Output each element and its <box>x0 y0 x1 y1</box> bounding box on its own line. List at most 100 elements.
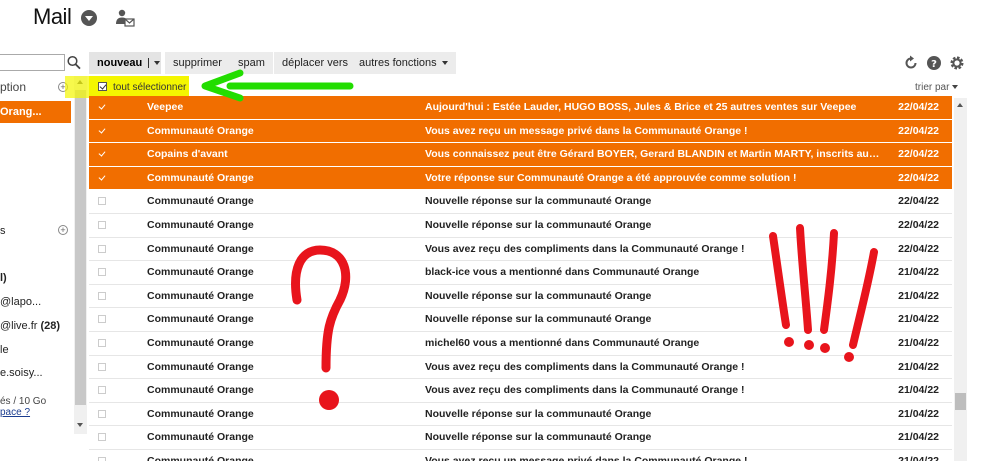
message-checkbox[interactable] <box>98 315 106 324</box>
message-checkbox[interactable] <box>98 268 106 277</box>
message-sender: Communauté Orange <box>147 289 254 302</box>
message-checkbox[interactable] <box>98 291 106 300</box>
message-checkbox[interactable] <box>98 433 106 442</box>
message-row[interactable]: Communauté Orange Nouvelle réponse sur la… <box>89 284 952 309</box>
message-sender: Communauté Orange <box>147 171 254 184</box>
search-icon[interactable] <box>66 54 82 71</box>
chevron-down-icon[interactable] <box>81 10 97 26</box>
message-date: 22/04/22 <box>898 242 939 255</box>
message-subject: Vous avez reçu des compliments dans la C… <box>425 384 745 397</box>
message-row[interactable]: Communauté Orange Vous avez reçu des comp… <box>89 355 952 380</box>
message-row[interactable]: Communauté Orange Vous avez reçu un messa… <box>89 119 952 144</box>
message-subject: Vous connaissez peut être Gérard BOYER, … <box>425 148 880 161</box>
refresh-icon[interactable] <box>903 55 919 71</box>
message-checkbox[interactable] <box>98 103 106 111</box>
message-row[interactable]: Communauté Orange Nouvelle réponse sur la… <box>89 402 952 427</box>
select-all-checkbox[interactable] <box>98 82 107 91</box>
message-sender: Communauté Orange <box>147 454 254 461</box>
storage-link[interactable]: pace ? <box>0 407 30 418</box>
unread-count: (28) <box>40 320 61 332</box>
help-icon[interactable]: ? <box>926 55 942 71</box>
select-all-label[interactable]: tout sélectionner <box>113 82 186 93</box>
toolbar: nouveau supprimer spam déplacer vers aut… <box>89 52 999 74</box>
chevron-down-icon <box>441 61 448 66</box>
message-checkbox[interactable] <box>98 456 106 461</box>
message-checkbox[interactable] <box>98 127 106 135</box>
message-date: 21/04/22 <box>898 407 939 420</box>
new-button-label: nouveau <box>97 57 143 69</box>
sort-by-dropdown[interactable]: trier par <box>915 82 959 93</box>
search-input[interactable] <box>0 54 65 71</box>
message-checkbox[interactable] <box>98 244 106 253</box>
account-item-soisy[interactable]: e.soisy... <box>0 367 43 379</box>
message-row[interactable]: Communauté Orange Vous avez reçu un messa… <box>89 449 952 461</box>
message-row[interactable]: Copains d'avant Vous connaissez peut être… <box>89 143 952 167</box>
message-checkbox[interactable] <box>98 409 106 418</box>
storage-usage: és / 10 Go <box>0 396 47 407</box>
message-date: 21/04/22 <box>898 431 939 444</box>
account-item-lapo[interactable]: @lapo... <box>0 296 41 308</box>
message-row[interactable]: Communauté Orange michel60 vous a mention… <box>89 331 952 356</box>
message-row[interactable]: Communauté Orange Votre réponse sur Commu… <box>89 166 952 191</box>
settings-gear-icon[interactable] <box>949 55 965 71</box>
message-sender: Communauté Orange <box>147 407 254 420</box>
message-row[interactable]: Communauté Orange Nouvelle réponse sur la… <box>89 213 952 238</box>
message-row[interactable]: Communauté Orange Vous avez reçu des comp… <box>89 237 952 262</box>
message-subject: Nouvelle réponse sur la communauté Orang… <box>425 218 652 231</box>
green-arrow-head <box>201 69 244 102</box>
message-sender: Copains d'avant <box>147 148 228 161</box>
message-sender: Communauté Orange <box>147 218 254 231</box>
more-actions-button[interactable]: autres fonctions <box>351 52 456 74</box>
message-subject: Aujourd'hui : Estée Lauder, HUGO BOSS, J… <box>425 101 857 113</box>
message-sender: Communauté Orange <box>147 384 254 397</box>
message-sender: Communauté Orange <box>147 313 254 326</box>
contacts-icon[interactable] <box>115 8 135 28</box>
message-subject: Votre réponse sur Communauté Orange a ét… <box>425 171 797 184</box>
message-sender: Communauté Orange <box>147 266 254 279</box>
message-checkbox[interactable] <box>98 197 106 206</box>
account-item-live[interactable]: @live.fr (28) <box>0 320 60 332</box>
message-checkbox[interactable] <box>98 150 106 158</box>
spam-button[interactable]: spam <box>230 52 273 74</box>
folder-scrollbar-thumb[interactable] <box>75 90 86 405</box>
message-checkbox[interactable] <box>98 220 106 229</box>
account-item[interactable]: l) <box>0 272 7 284</box>
message-checkbox[interactable] <box>98 362 106 371</box>
message-sender: Veepee <box>147 101 184 113</box>
message-subject: michel60 vous a mentionné dans Communaut… <box>425 336 700 349</box>
message-sender: Communauté Orange <box>147 431 254 444</box>
chevron-down-icon[interactable] <box>154 61 161 66</box>
folder-item-active[interactable]: Orang... <box>0 101 71 123</box>
new-button[interactable]: nouveau <box>89 52 161 74</box>
message-row[interactable]: Communauté Orange black-ice vous a mentio… <box>89 261 952 285</box>
message-sender: Communauté Orange <box>147 336 254 349</box>
scroll-down-icon[interactable] <box>77 423 83 427</box>
message-sender: Communauté Orange <box>147 360 254 373</box>
message-row[interactable]: Communauté Orange Nouvelle réponse sur la… <box>89 426 952 450</box>
message-row[interactable]: Veepee Aujourd'hui : Estée Lauder, HUGO B… <box>89 96 952 120</box>
highlight-marker <box>65 76 89 98</box>
account-item[interactable]: le <box>0 344 9 356</box>
message-subject: Nouvelle réponse sur la communauté Orang… <box>425 407 652 420</box>
move-to-button[interactable]: déplacer vers <box>274 52 357 74</box>
delete-button[interactable]: supprimer <box>165 52 230 74</box>
message-date: 21/04/22 <box>898 336 939 349</box>
message-list-scrollbar-thumb[interactable] <box>955 393 966 410</box>
message-date: 22/04/22 <box>898 101 939 113</box>
message-date: 22/04/22 <box>898 218 939 231</box>
message-checkbox[interactable] <box>98 386 106 395</box>
message-list: Veepee Aujourd'hui : Estée Lauder, HUGO B… <box>89 96 952 461</box>
message-checkbox[interactable] <box>98 338 106 347</box>
scroll-up-icon[interactable] <box>957 103 963 107</box>
folders-header-label: ption <box>0 80 27 94</box>
message-subject: Nouvelle réponse sur la communauté Orang… <box>425 289 652 302</box>
message-subject: Nouvelle réponse sur la communauté Orang… <box>425 195 652 208</box>
message-row[interactable]: Communauté Orange Vous avez reçu des comp… <box>89 379 952 403</box>
add-account-icon[interactable]: + <box>58 225 68 235</box>
message-subject: Vous avez reçu un message privé dans la … <box>425 454 748 461</box>
message-checkbox[interactable] <box>98 174 106 182</box>
message-row[interactable]: Communauté Orange Nouvelle réponse sur la… <box>89 190 952 214</box>
message-subject: Vous avez reçu un message privé dans la … <box>425 124 748 137</box>
more-actions-label: autres fonctions <box>359 57 437 69</box>
message-row[interactable]: Communauté Orange Nouvelle réponse sur la… <box>89 308 952 332</box>
